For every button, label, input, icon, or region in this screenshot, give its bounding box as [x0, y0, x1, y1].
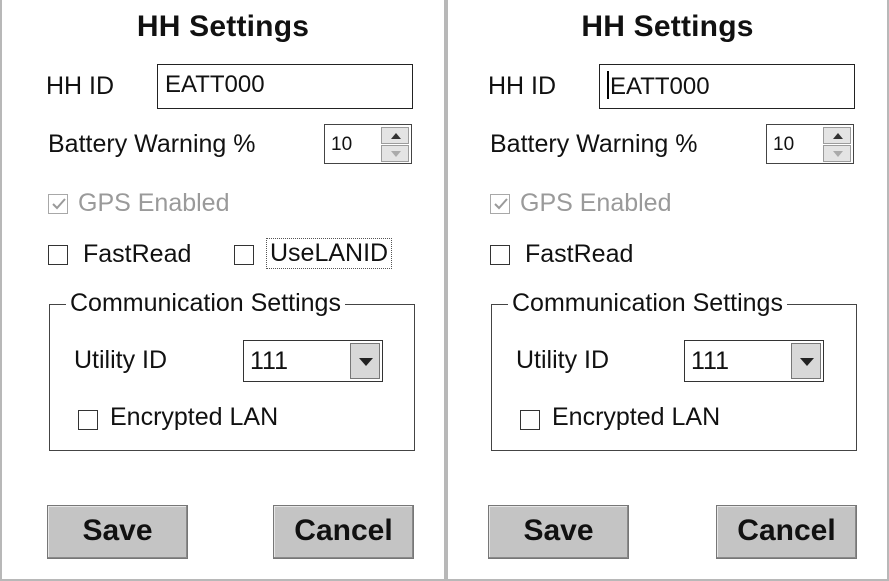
battery-warning-value: 10: [331, 134, 353, 155]
utility-id-label: Utility ID: [74, 346, 168, 374]
hh-id-input[interactable]: EATT000: [157, 64, 413, 109]
dropdown-button[interactable]: [791, 343, 821, 379]
battery-warning-spinner[interactable]: 10: [766, 124, 854, 164]
spin-down-button[interactable]: [823, 145, 851, 162]
hh-id-label: HH ID: [46, 72, 115, 100]
hh-id-input[interactable]: EATT000: [599, 64, 855, 109]
gps-enabled-checkbox[interactable]: [48, 194, 68, 214]
cancel-button[interactable]: Cancel: [716, 505, 857, 559]
uselanid-label: UseLANID: [266, 238, 393, 269]
cancel-button[interactable]: Cancel: [273, 505, 414, 559]
spin-down-icon: [833, 151, 843, 157]
spin-up-icon: [833, 133, 843, 139]
spin-down-icon: [391, 151, 401, 157]
save-button[interactable]: Save: [47, 505, 188, 559]
fastread-label: FastRead: [83, 240, 192, 268]
gps-enabled-checkbox[interactable]: [490, 194, 510, 214]
save-button[interactable]: Save: [488, 505, 629, 559]
text-caret: [607, 71, 609, 99]
checkmark-icon: [52, 198, 66, 210]
utility-id-dropdown[interactable]: 111: [684, 340, 824, 382]
dialog-title: HH Settings: [581, 10, 754, 43]
encrypted-lan-checkbox[interactable]: [520, 410, 540, 430]
gps-enabled-label: GPS Enabled: [520, 189, 672, 217]
spin-up-button[interactable]: [381, 127, 409, 144]
spin-up-button[interactable]: [823, 127, 851, 144]
settings-dialog-right: HH Settings HH ID EATT000 Battery Warnin…: [446, 0, 889, 581]
hh-id-value: EATT000: [165, 71, 265, 98]
fastread-label: FastRead: [525, 240, 634, 268]
gps-enabled-label: GPS Enabled: [78, 189, 230, 217]
fastread-checkbox[interactable]: [48, 245, 68, 265]
encrypted-lan-label: Encrypted LAN: [552, 403, 721, 431]
spin-up-icon: [391, 133, 401, 139]
dropdown-button[interactable]: [350, 343, 380, 379]
dropdown-arrow-icon: [359, 358, 373, 366]
uselanid-checkbox[interactable]: [234, 245, 254, 265]
communication-settings-title: Communication Settings: [66, 289, 345, 318]
encrypted-lan-label: Encrypted LAN: [110, 403, 279, 431]
battery-warning-value: 10: [773, 134, 795, 155]
utility-id-value: 111: [691, 347, 730, 375]
spin-down-button[interactable]: [381, 145, 409, 162]
utility-id-dropdown[interactable]: 111: [243, 340, 383, 382]
checkmark-icon: [494, 198, 508, 210]
hh-id-label: HH ID: [488, 72, 557, 100]
utility-id-label: Utility ID: [516, 346, 610, 374]
dialog-title: HH Settings: [136, 10, 310, 43]
utility-id-value: 111: [250, 347, 289, 375]
hh-id-value: EATT000: [610, 73, 710, 100]
battery-warning-label: Battery Warning %: [490, 130, 698, 158]
battery-warning-spinner[interactable]: 10: [324, 124, 412, 164]
communication-settings-title: Communication Settings: [508, 289, 787, 318]
battery-warning-label: Battery Warning %: [48, 130, 256, 158]
encrypted-lan-checkbox[interactable]: [78, 410, 98, 430]
dropdown-arrow-icon: [800, 358, 814, 366]
settings-dialog-left: HH Settings HH ID EATT000 Battery Warnin…: [0, 0, 446, 581]
fastread-checkbox[interactable]: [490, 245, 510, 265]
